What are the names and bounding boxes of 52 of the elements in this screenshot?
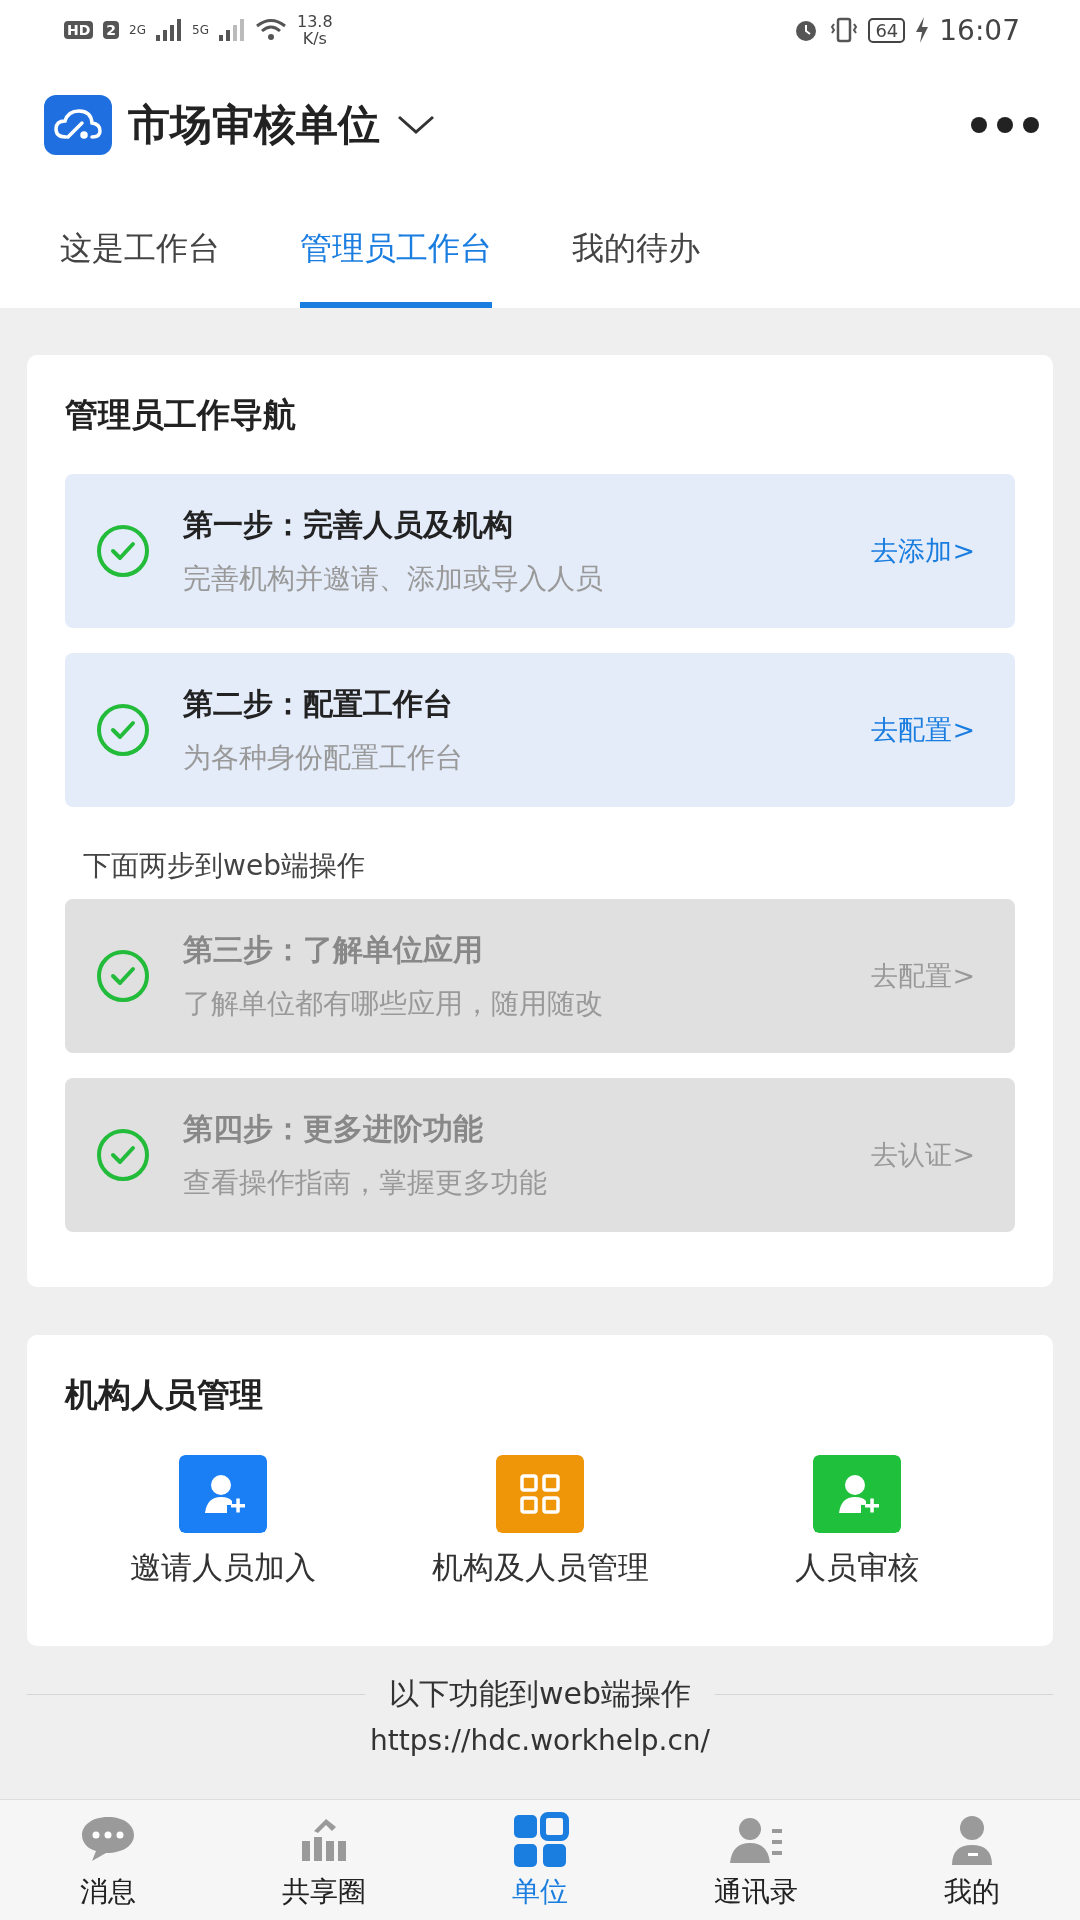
battery-level: 64 (868, 17, 906, 43)
section-title: 以下功能到web端操作 (389, 1675, 692, 1713)
sim-badge: 2 (103, 21, 120, 39)
step-link[interactable]: 去配置> (871, 712, 975, 748)
signal-icon (156, 19, 183, 41)
tab[interactable]: 管理员工作台 (300, 190, 492, 308)
vibrate-icon (830, 16, 859, 44)
step-description: 为各种身份配置工作台 (183, 739, 464, 776)
item-label: 机构及人员管理 (431, 1548, 649, 1587)
tab[interactable]: 这是工作台 (60, 190, 220, 308)
step-card[interactable]: 第二步：配置工作台 为各种身份配置工作台 去配置> (65, 653, 1015, 807)
step-description: 查看操作指南，掌握更多功能 (183, 1164, 548, 1201)
nav-tab[interactable]: 通讯录 (648, 1800, 864, 1920)
tab[interactable]: 我的待办 (572, 190, 700, 308)
card-title: 机构人员管理 (65, 1374, 264, 1416)
step-title: 第一步：完善人员及机构 (183, 505, 514, 544)
step-title: 第四步：更多进阶功能 (183, 1109, 484, 1148)
check-circle-icon (95, 523, 151, 579)
item-label: 邀请人员加入 (130, 1548, 317, 1587)
nav-tab[interactable]: 共享圈 (216, 1800, 432, 1920)
step-title: 第二步：配置工作台 (183, 684, 454, 723)
step-description: 了解单位都有哪些应用，随用随改 (183, 985, 604, 1022)
speed-value: 13.8 (296, 13, 333, 30)
network-type: 5G (192, 23, 209, 37)
nav-tab[interactable]: 消息 (0, 1800, 216, 1920)
step-link[interactable]: 去添加> (871, 533, 975, 569)
nav-tab[interactable]: 我的 (864, 1800, 1080, 1920)
signal-icon (218, 19, 245, 41)
item-label: 人员审核 (794, 1548, 919, 1587)
wifi-icon (254, 18, 287, 42)
management-item[interactable]: 邀请人员加入 (65, 1454, 382, 1590)
step-card[interactable]: 第一步：完善人员及机构 完善机构并邀请、添加或导入人员 去添加> (65, 474, 1015, 628)
management-item[interactable]: 人员审核 (698, 1454, 1015, 1590)
web-note: 下面两步到web端操作 (83, 848, 366, 884)
speed-unit: K/s (302, 30, 327, 47)
management-item[interactable]: 机构及人员管理 (381, 1454, 699, 1590)
step-title: 第三步：了解单位应用 (183, 930, 484, 969)
check-circle-icon (95, 1127, 151, 1183)
hd-badge: HD (64, 21, 94, 39)
charging-icon (915, 17, 930, 43)
chevron-down-icon[interactable] (396, 113, 436, 137)
more-icon[interactable] (970, 116, 1040, 134)
network-type: 2G (129, 23, 147, 37)
web-url[interactable]: https://hdc.workhelp.cn/ (370, 1723, 710, 1759)
check-circle-icon (95, 948, 151, 1004)
nav-tab[interactable]: 单位 (432, 1800, 648, 1920)
card-title: 管理员工作导航 (65, 394, 297, 436)
clock-time: 16:07 (939, 13, 1020, 47)
check-circle-icon (95, 702, 151, 758)
organization-title[interactable]: 市场审核单位 (128, 97, 380, 153)
cloud-logo-icon (44, 95, 112, 155)
step-description: 完善机构并邀请、添加或导入人员 (183, 560, 604, 597)
